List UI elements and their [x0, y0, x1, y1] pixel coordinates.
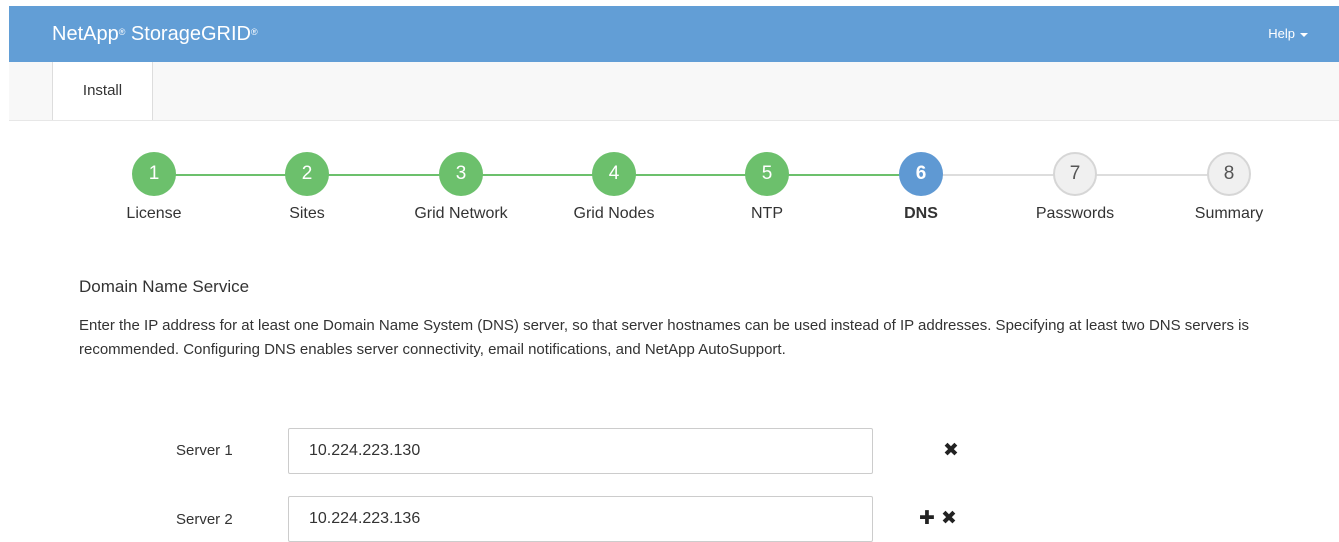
help-label: Help: [1268, 26, 1295, 41]
step-dns: 6 DNS: [851, 150, 991, 224]
step-ntp: 5 NTP: [697, 150, 837, 224]
registered-mark: ®: [250, 27, 258, 37]
add-icon[interactable]: ✚: [918, 509, 936, 528]
step-label: Sites: [289, 205, 325, 222]
step-label: Summary: [1194, 205, 1264, 222]
server-2-input[interactable]: [288, 496, 873, 542]
remove-icon[interactable]: ✖: [942, 441, 960, 460]
server-1-input[interactable]: [288, 428, 873, 474]
server-1-label: Server 1: [176, 442, 233, 459]
step-grid-network: 3 Grid Network: [391, 150, 531, 224]
step-label: Grid Network: [414, 205, 508, 222]
step-number: 2: [285, 152, 329, 196]
step-number: 1: [132, 152, 176, 196]
step-number: 3: [439, 152, 483, 196]
step-grid-nodes: 4 Grid Nodes: [544, 150, 684, 224]
step-number: 5: [745, 152, 789, 196]
step-passwords: 7 Passwords: [1005, 150, 1145, 224]
install-stepper: 1 License 2 Sites 3 Grid Network 4 Grid …: [0, 150, 1339, 230]
step-sites: 2 Sites: [237, 150, 377, 224]
step-label: Grid Nodes: [573, 205, 655, 222]
help-menu[interactable]: Help: [1268, 26, 1308, 42]
step-label: DNS: [904, 205, 938, 222]
step-label: License: [126, 205, 182, 222]
app-header: NetApp® StorageGRID® Help: [9, 6, 1339, 62]
step-number: 8: [1207, 152, 1251, 196]
registered-mark: ®: [118, 27, 126, 37]
step-summary: 8 Summary: [1159, 150, 1299, 224]
step-label: NTP: [751, 205, 783, 222]
brand-name-netapp: NetApp: [52, 23, 119, 45]
brand-name-storagegrid: StorageGRID: [125, 23, 251, 45]
server-2-label: Server 2: [176, 511, 233, 528]
page-title: Domain Name Service: [79, 277, 250, 296]
brand-logo: NetApp® StorageGRID®: [52, 22, 258, 46]
tab-install[interactable]: Install: [52, 62, 153, 120]
main-nav: Install: [9, 62, 1339, 121]
caret-down-icon: [1300, 32, 1308, 37]
step-number: 6: [899, 152, 943, 196]
step-label: Passwords: [1035, 205, 1115, 222]
step-number: 4: [592, 152, 636, 196]
step-number: 7: [1053, 152, 1097, 196]
dns-description: Enter the IP address for at least one Do…: [79, 317, 1249, 358]
remove-icon[interactable]: ✖: [940, 509, 958, 528]
step-license: 1 License: [84, 150, 224, 224]
